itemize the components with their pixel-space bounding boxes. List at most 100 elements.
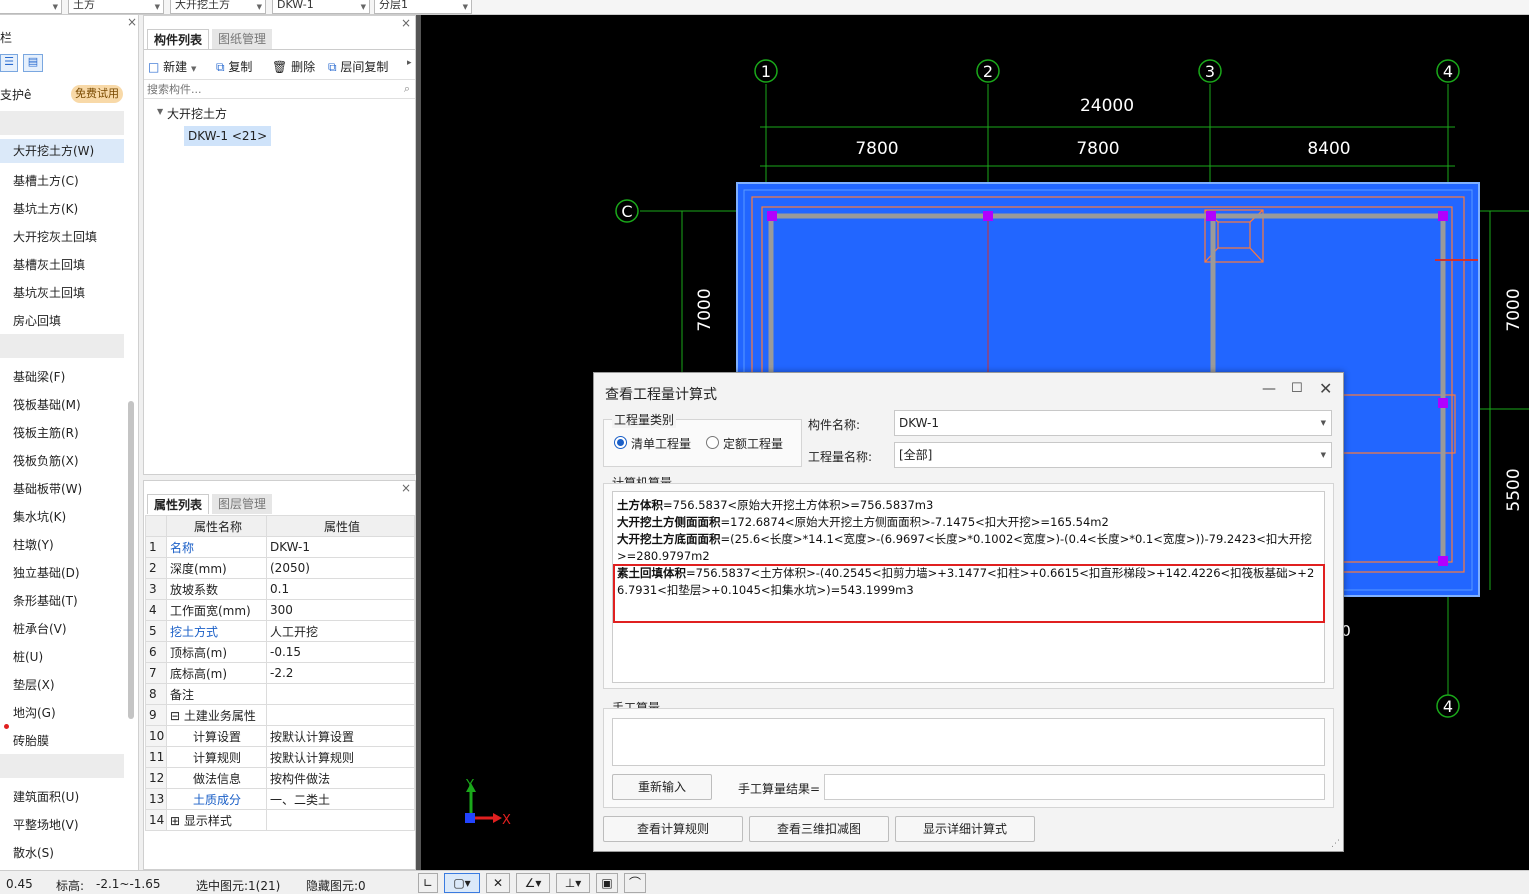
- sidebar-item[interactable]: 散水(S): [13, 844, 54, 861]
- table-row[interactable]: 8 备注: [145, 683, 415, 705]
- show-detail-formula-button[interactable]: 显示详细计算式: [895, 816, 1035, 842]
- sidebar-item[interactable]: 建筑面积(U): [13, 788, 79, 805]
- search-input[interactable]: [144, 80, 384, 98]
- close-icon[interactable]: ×: [401, 481, 411, 495]
- table-row[interactable]: 1 名称 DKW-1: [145, 536, 415, 558]
- component-name-field[interactable]: DKW-1 ▼: [894, 410, 1332, 436]
- sidebar-item[interactable]: 地沟(G): [13, 704, 56, 721]
- table-row[interactable]: 12 做法信息 按构件做法: [145, 767, 415, 789]
- sidebar-item[interactable]: 基坑灰土回填: [13, 284, 85, 301]
- table-row[interactable]: 10 计算设置 按默认计算设置: [145, 725, 415, 747]
- property-value[interactable]: 按默认计算设置: [266, 725, 415, 747]
- tab-property-list[interactable]: 属性列表: [147, 494, 210, 514]
- component-select[interactable]: DKW-1 ▼: [272, 0, 370, 14]
- property-value[interactable]: DKW-1: [266, 536, 415, 558]
- search-box[interactable]: ⌕: [144, 79, 415, 99]
- select-mode-icon[interactable]: ▢▾: [444, 873, 480, 893]
- table-row[interactable]: 2 深度(mm) (2050): [145, 557, 415, 579]
- view-rules-button[interactable]: 查看计算规则: [603, 816, 743, 842]
- property-value[interactable]: 300: [266, 599, 415, 621]
- sidebar-item[interactable]: 基槽土方(C): [13, 172, 79, 189]
- reinput-button[interactable]: 重新输入: [612, 774, 712, 800]
- property-value[interactable]: [266, 683, 415, 705]
- property-value[interactable]: 人工开挖: [266, 620, 415, 642]
- table-row[interactable]: 7 底标高(m) -2.2: [145, 662, 415, 684]
- sidebar-item[interactable]: 基坑土方(K): [13, 200, 78, 217]
- category-select[interactable]: 土方 ▼: [68, 0, 164, 14]
- sidebar-item[interactable]: 大开挖土方(W): [0, 139, 124, 163]
- radio-bill-qty-label[interactable]: 清单工程量: [631, 435, 691, 452]
- more-icon[interactable]: ▸: [407, 58, 412, 68]
- table-row[interactable]: 6 顶标高(m) -0.15: [145, 641, 415, 663]
- sidebar-item[interactable]: 垫层(X): [13, 676, 55, 693]
- new-button[interactable]: □ 新建 ▼: [148, 58, 196, 75]
- tab-drawing-management[interactable]: 图纸管理: [212, 29, 273, 49]
- free-trial-badge[interactable]: 免费试用: [71, 85, 123, 103]
- sidebar-item[interactable]: 大开挖灰土回填: [13, 228, 97, 245]
- property-value[interactable]: 按构件做法: [266, 767, 415, 789]
- table-row[interactable]: 13 土质成分 一、二类土: [145, 788, 415, 810]
- table-row[interactable]: 3 放坡系数 0.1: [145, 578, 415, 600]
- expand-icon[interactable]: ⊞: [170, 814, 184, 828]
- property-value[interactable]: [266, 809, 415, 831]
- sidebar-item[interactable]: 房心回填: [13, 312, 61, 329]
- sidebar-item[interactable]: 基槽灰土回填: [13, 256, 85, 273]
- detail-view-icon[interactable]: ▤: [23, 54, 43, 72]
- sidebar-item[interactable]: 基础梁(F): [13, 368, 65, 385]
- property-value[interactable]: (2050): [266, 557, 415, 579]
- tab-layer-management[interactable]: 图层管理: [212, 494, 273, 514]
- chevron-down-icon[interactable]: ▼: [157, 107, 163, 116]
- sidebar-item[interactable]: 桩承台(V): [13, 620, 67, 637]
- nav-scrollbar[interactable]: [128, 401, 134, 719]
- search-icon[interactable]: ⌕: [404, 82, 410, 96]
- table-row[interactable]: 14 ⊞ 显示样式: [145, 809, 415, 831]
- radio-quota-qty[interactable]: [706, 436, 719, 449]
- property-value[interactable]: [266, 704, 415, 726]
- tree-node-parent[interactable]: 大开挖土方: [167, 105, 227, 122]
- property-value[interactable]: 按默认计算规则: [266, 746, 415, 768]
- property-value[interactable]: -0.15: [266, 641, 415, 663]
- manual-result-field[interactable]: [824, 774, 1325, 800]
- property-value[interactable]: 一、二类土: [266, 788, 415, 810]
- sidebar-item[interactable]: 筏板负筋(X): [13, 452, 79, 469]
- tab-component-list[interactable]: 构件列表: [147, 29, 210, 49]
- tree-node-dkw1[interactable]: DKW-1 <21>: [184, 126, 272, 146]
- qty-name-select[interactable]: [全部] ▼: [894, 442, 1332, 468]
- table-row[interactable]: 4 工作面宽(mm) 300: [145, 599, 415, 621]
- radio-quota-qty-label[interactable]: 定额工程量: [723, 435, 783, 452]
- close-icon[interactable]: ×: [401, 16, 411, 30]
- delete-button[interactable]: 🗑 删除: [272, 58, 315, 75]
- close-icon[interactable]: ✕: [1319, 379, 1332, 398]
- list-view-icon[interactable]: ☰: [0, 54, 18, 72]
- property-value[interactable]: 0.1: [266, 578, 415, 600]
- sidebar-item[interactable]: 柱墩(Y): [13, 536, 54, 553]
- ortho-icon[interactable]: ∟: [418, 873, 438, 893]
- collapse-icon[interactable]: ⊟: [170, 709, 184, 723]
- display-icon[interactable]: ▣: [596, 873, 618, 893]
- property-value[interactable]: -2.2: [266, 662, 415, 684]
- radio-bill-qty[interactable]: [614, 436, 627, 449]
- sidebar-item[interactable]: 平整场地(V): [13, 816, 79, 833]
- sidebar-item[interactable]: 条形基础(T): [13, 592, 78, 609]
- sidebar-item[interactable]: 基础板带(W): [13, 480, 82, 497]
- sidebar-item[interactable]: 筏板主筋(R): [13, 424, 79, 441]
- sidebar-item[interactable]: 筏板基础(M): [13, 396, 81, 413]
- sidebar-item[interactable]: 集水坑(K): [13, 508, 66, 525]
- curve-icon[interactable]: ⌒: [624, 873, 646, 893]
- sidebar-item[interactable]: 砖胎膜: [13, 732, 49, 749]
- copy-button[interactable]: ⧉ 复制: [216, 58, 252, 75]
- angle-icon[interactable]: ∠▾: [516, 873, 550, 893]
- maximize-icon[interactable]: ☐: [1291, 381, 1303, 396]
- snap-icon[interactable]: ⊥▾: [556, 873, 590, 893]
- table-row[interactable]: 9 ⊟ 土建业务属性: [145, 704, 415, 726]
- layer-select[interactable]: 分层1 ▼: [374, 0, 472, 14]
- close-icon[interactable]: ×: [127, 15, 137, 29]
- resize-grip-icon[interactable]: ⋰: [1331, 839, 1340, 849]
- manual-qty-input[interactable]: [612, 718, 1325, 766]
- table-row[interactable]: 11 计算规则 按默认计算规则: [145, 746, 415, 768]
- sidebar-item[interactable]: 桩(U): [13, 648, 43, 665]
- floor-copy-button[interactable]: ⧉ 层间复制: [328, 58, 388, 75]
- table-row[interactable]: 5 挖土方式 人工开挖: [145, 620, 415, 642]
- minimize-icon[interactable]: —: [1262, 381, 1276, 397]
- type-select[interactable]: 大开挖土方 ▼: [170, 0, 266, 14]
